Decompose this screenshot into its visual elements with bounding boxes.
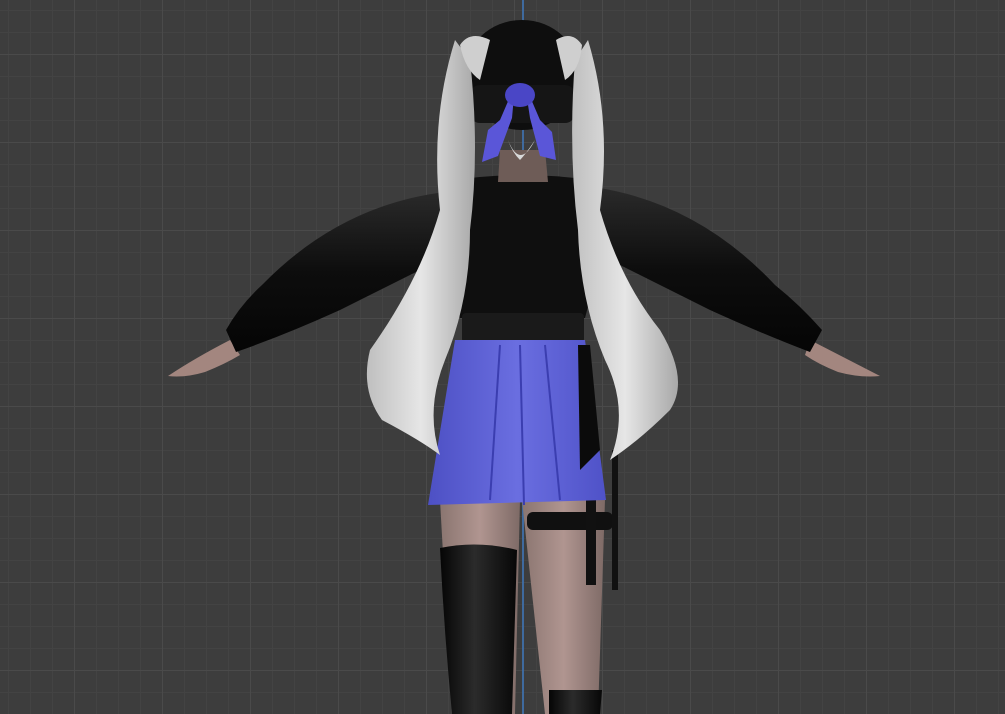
belt xyxy=(462,313,584,343)
skirt xyxy=(428,340,606,506)
3d-viewport[interactable] xyxy=(0,0,1005,714)
hanging-strap-2 xyxy=(612,450,618,590)
character-model[interactable] xyxy=(0,0,1005,714)
right-hand xyxy=(805,340,880,377)
right-boot xyxy=(549,690,602,714)
thigh-strap xyxy=(527,512,613,530)
left-hand xyxy=(168,340,240,377)
left-stocking xyxy=(440,544,517,714)
